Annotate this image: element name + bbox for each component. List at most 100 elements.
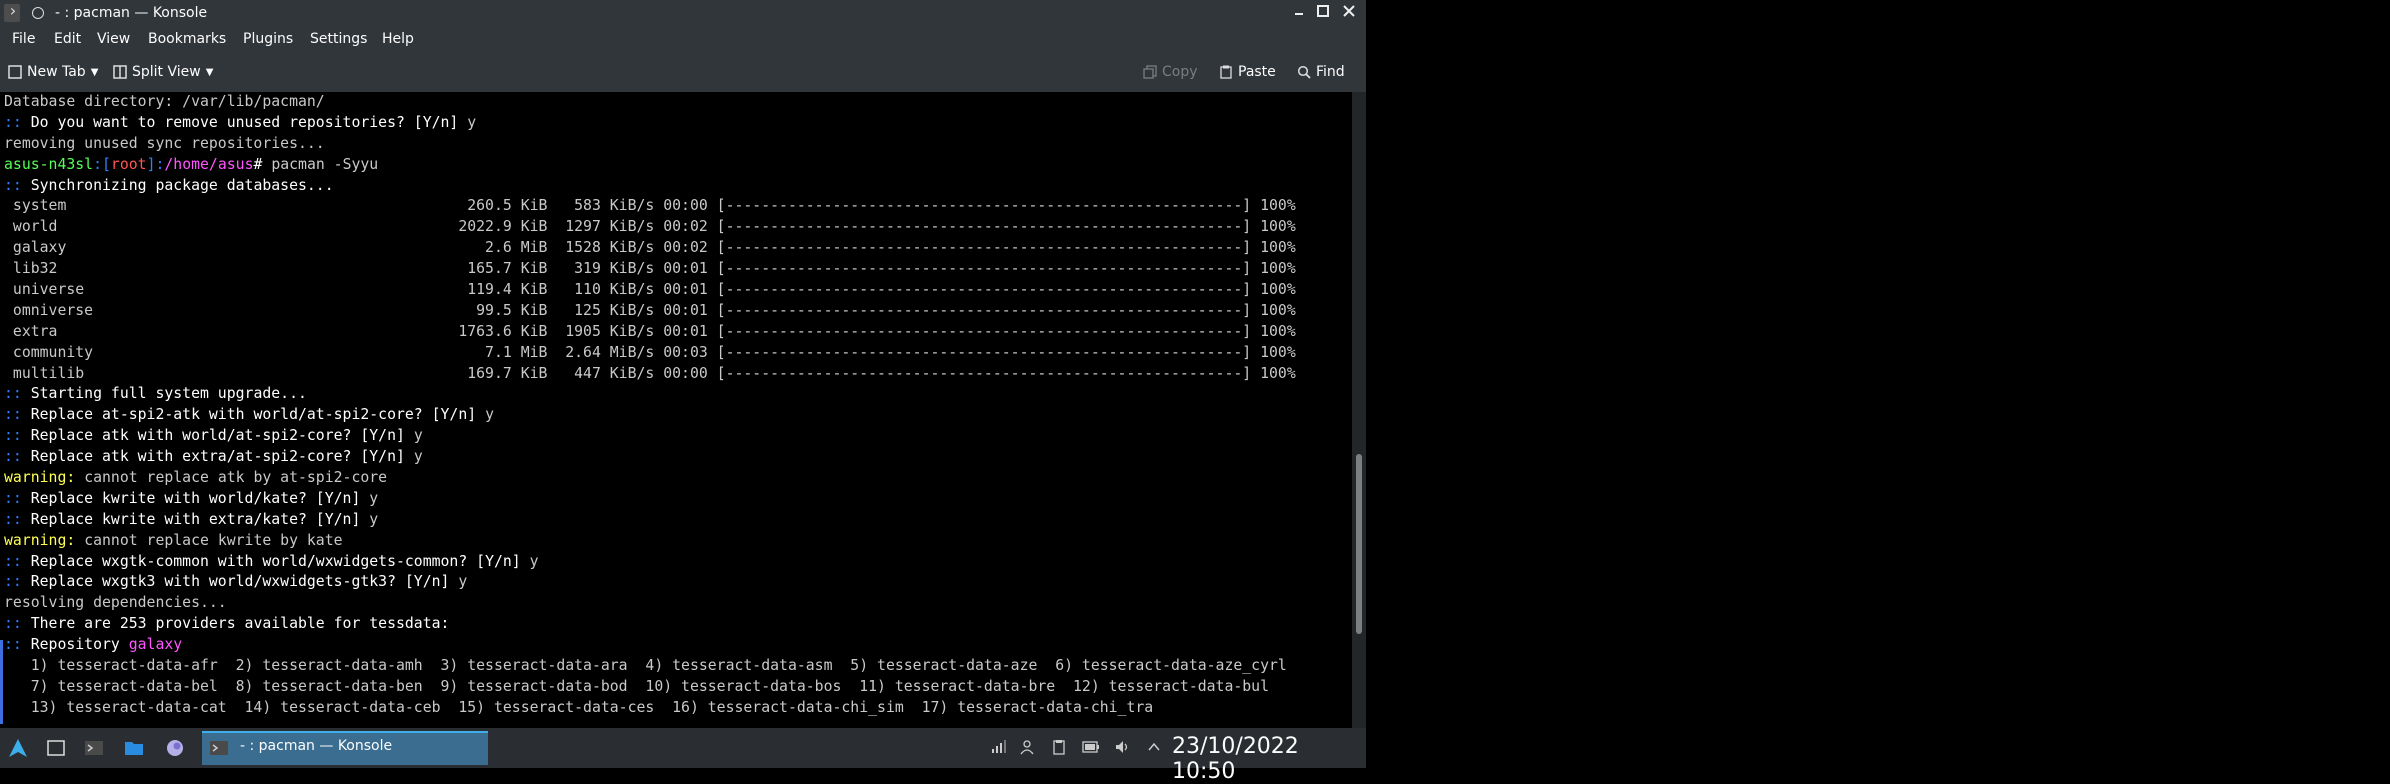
- terminal-text: warning:: [4, 531, 85, 549]
- title-bar[interactable]: - : pacman — Konsole: [0, 0, 1366, 27]
- chevron-up-icon[interactable]: [1146, 739, 1162, 755]
- menu-help[interactable]: Help: [382, 31, 414, 47]
- new-tab-icon: [8, 65, 22, 79]
- terminal-text: ::: [4, 176, 31, 194]
- konsole-window: - : pacman — Konsole File Edit View Book…: [0, 0, 1366, 784]
- scrollbar-thumb[interactable]: [1356, 454, 1362, 634]
- terminal-text: y: [413, 427, 423, 445]
- terminal-text: :[: [93, 155, 111, 173]
- chevron-down-icon: ▼: [205, 66, 214, 78]
- split-view-label: Split View: [132, 64, 201, 80]
- terminal-text: system 260.5 KiB 583 KiB/s 00:00 [------…: [4, 197, 1296, 215]
- menu-bar: File Edit View Bookmarks Plugins Setting…: [0, 27, 1366, 54]
- close-icon: [1343, 5, 1355, 17]
- new-tab-button[interactable]: New Tab ▼: [8, 64, 98, 80]
- clipboard-icon[interactable]: [1051, 739, 1067, 755]
- taskbar: - : pacman — Konsole 23/10/2022 10:50: [0, 728, 1366, 784]
- user-status-icon[interactable]: [1019, 739, 1035, 755]
- terminal-line: :: Replace wxgtk3 with world/wxwidgets-g…: [4, 572, 1352, 593]
- paste-icon: [1220, 65, 1232, 79]
- terminal-line: Database directory: /var/lib/pacman/: [4, 92, 1352, 113]
- terminal-text: root: [110, 155, 147, 173]
- terminal-line: warning: cannot replace atk by at-spi2-c…: [4, 468, 1352, 489]
- terminal-text: ::: [4, 489, 31, 507]
- new-tab-label: New Tab: [27, 64, 86, 80]
- terminal-output[interactable]: Database directory: /var/lib/pacman/:: D…: [0, 92, 1352, 728]
- clock[interactable]: 23/10/2022 10:50: [1172, 734, 1366, 784]
- terminal-line: :: Starting full system upgrade...: [4, 384, 1352, 405]
- terminal-line: galaxy 2.6 MiB 1528 KiB/s 00:02 [-------…: [4, 238, 1352, 259]
- find-button[interactable]: Find: [1297, 64, 1345, 80]
- battery-icon[interactable]: [1082, 739, 1100, 755]
- menu-bookmarks[interactable]: Bookmarks: [148, 31, 226, 47]
- terminal-line: :: Replace kwrite with extra/kate? [Y/n]…: [4, 510, 1352, 531]
- terminal-text: y: [369, 489, 379, 507]
- close-button[interactable]: [1340, 4, 1358, 22]
- menu-edit[interactable]: Edit: [54, 31, 81, 47]
- terminal-text: Do you want to remove unused repositorie…: [30, 113, 468, 131]
- terminal-line: :: Replace at-spi2-atk with world/at-spi…: [4, 405, 1352, 426]
- menu-file[interactable]: File: [12, 31, 35, 47]
- terminal-line: multilib 169.7 KiB 447 KiB/s 00:00 [----…: [4, 364, 1352, 385]
- file-manager-icon[interactable]: [124, 738, 146, 758]
- terminal-text: 1) tesseract-data-afr 2) tesseract-data-…: [4, 657, 1287, 675]
- minimize-icon: [1295, 13, 1303, 15]
- split-view-icon: [113, 65, 127, 79]
- terminal-line: 7) tesseract-data-bel 8) tesseract-data-…: [4, 677, 1352, 698]
- application-launcher-icon[interactable]: [8, 738, 30, 758]
- window-title: - : pacman — Konsole: [55, 5, 208, 21]
- terminal-text: warning:: [4, 469, 85, 487]
- terminal-text: removing unused sync repositories...: [4, 134, 325, 152]
- terminal-text: 7) tesseract-data-bel 8) tesseract-data-…: [4, 677, 1270, 695]
- paste-button[interactable]: Paste: [1219, 64, 1276, 80]
- terminal-text: lib32 165.7 KiB 319 KiB/s 00:01 [-------…: [4, 260, 1296, 278]
- menu-plugins[interactable]: Plugins: [243, 31, 293, 47]
- terminal-text: y: [467, 113, 477, 131]
- show-desktop-icon[interactable]: [46, 738, 68, 758]
- terminal-text: ::: [4, 636, 31, 654]
- volume-icon[interactable]: [1114, 739, 1130, 755]
- terminal-text: universe 119.4 KiB 110 KiB/s 00:01 [----…: [4, 281, 1296, 299]
- terminal-text: ::: [4, 113, 31, 131]
- terminal-text: Replace wxgtk-common with world/wxwidget…: [30, 552, 530, 570]
- find-label: Find: [1316, 64, 1345, 80]
- terminal-line: removing unused sync repositories...: [4, 134, 1352, 155]
- terminal-line: :: Repository galaxy: [4, 635, 1352, 656]
- terminal-launcher-icon[interactable]: [84, 738, 106, 758]
- terminal-text: ::: [4, 510, 31, 528]
- paste-label: Paste: [1238, 64, 1276, 80]
- menu-view[interactable]: View: [97, 31, 130, 47]
- terminal-line: community 7.1 MiB 2.64 MiB/s 00:03 [----…: [4, 343, 1352, 364]
- maximize-icon: [1317, 5, 1329, 17]
- terminal-text: There are 253 providers available for te…: [30, 615, 450, 633]
- terminal-text: ::: [4, 448, 31, 466]
- terminal-text: galaxy 2.6 MiB 1528 KiB/s 00:02 [-------…: [4, 239, 1296, 257]
- terminal-text: Replace atk with world/at-spi2-core? [Y/…: [30, 427, 414, 445]
- terminal-text: 13) tesseract-data-cat 14) tesseract-dat…: [4, 698, 1154, 716]
- task-konsole-label: - : pacman — Konsole: [240, 738, 393, 754]
- menu-settings[interactable]: Settings: [310, 31, 367, 47]
- konsole-app-icon[interactable]: [4, 1, 20, 22]
- browser-icon[interactable]: [165, 738, 187, 758]
- terminal-text: Repository: [30, 636, 129, 654]
- copy-button[interactable]: Copy: [1143, 64, 1198, 80]
- terminal-scrollbar[interactable]: [1352, 92, 1366, 728]
- network-signal-icon[interactable]: [990, 739, 1006, 755]
- terminal-text: ]:: [146, 155, 165, 173]
- terminal-text: omniverse 99.5 KiB 125 KiB/s 00:01 [----…: [4, 301, 1296, 319]
- keep-above-icon[interactable]: [32, 7, 44, 19]
- split-view-button[interactable]: Split View ▼: [113, 64, 213, 80]
- terminal-line: :: Replace kwrite with world/kate? [Y/n]…: [4, 489, 1352, 510]
- terminal-line: 13) tesseract-data-cat 14) tesseract-dat…: [4, 698, 1352, 719]
- terminal-line: extra 1763.6 KiB 1905 KiB/s 00:01 [-----…: [4, 322, 1352, 343]
- maximize-button[interactable]: [1314, 4, 1332, 22]
- terminal-text: y: [413, 448, 423, 466]
- terminal-text: Replace kwrite with world/kate? [Y/n]: [30, 489, 370, 507]
- terminal-line: :: Do you want to remove unused reposito…: [4, 113, 1352, 134]
- terminal-text: ::: [4, 427, 31, 445]
- terminal-text: y: [369, 510, 379, 528]
- terminal-text: galaxy: [128, 636, 183, 654]
- terminal-line: system 260.5 KiB 583 KiB/s 00:00 [------…: [4, 196, 1352, 217]
- minimize-button[interactable]: [1290, 4, 1308, 22]
- terminal-text: Synchronizing package databases...: [30, 176, 334, 194]
